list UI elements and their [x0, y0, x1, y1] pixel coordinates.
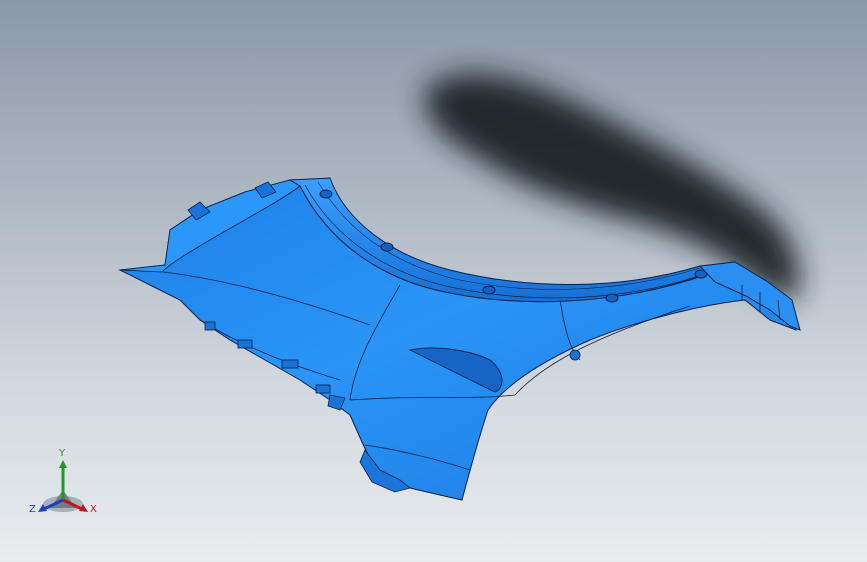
axis-triad: Y X Z — [26, 448, 106, 522]
x-axis-label: X — [90, 504, 97, 515]
y-axis-label: Y — [59, 448, 66, 459]
model-scene[interactable] — [0, 0, 867, 562]
graphics-viewport[interactable]: Y X Z — [0, 0, 867, 562]
model-shadow — [424, 73, 800, 300]
z-axis-label: Z — [29, 504, 36, 515]
